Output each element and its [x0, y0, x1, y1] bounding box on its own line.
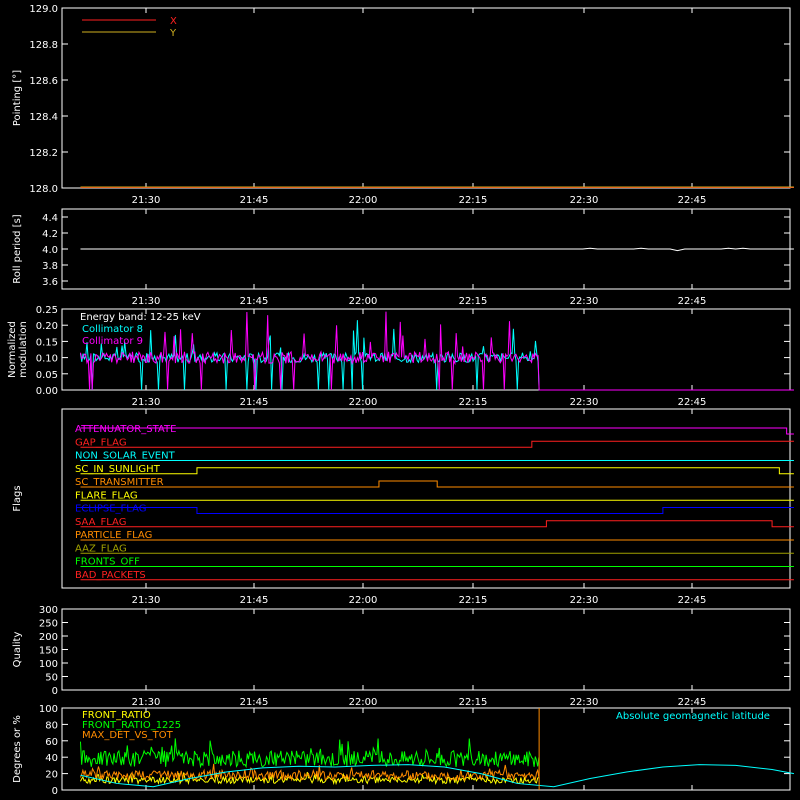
pointing-ylabel: Pointing [°] — [12, 70, 23, 126]
x-tick-label: 22:45 — [678, 595, 707, 606]
legend-label: Collimator 8 — [82, 324, 143, 335]
flag-series-line — [80, 440, 794, 448]
roll-ylabel: Roll period [s] — [12, 214, 23, 283]
x-tick-label: 22:30 — [570, 595, 599, 606]
latitude-series-line — [80, 764, 795, 788]
legend-label: MAX_DET_VS_TOT — [82, 730, 174, 741]
y-tick-label: 0 — [52, 686, 58, 697]
x-tick-label: 22:00 — [349, 595, 378, 606]
x-tick-label: 21:45 — [240, 195, 269, 206]
flag-label: NON_SOLAR_EVENT — [75, 451, 176, 462]
x-tick-label: 22:15 — [459, 595, 488, 606]
flag-series-line — [80, 467, 794, 475]
modulation-ylabel: Normalizedmodulation — [7, 321, 29, 378]
x-tick-label: 22:45 — [678, 397, 707, 408]
y-tick-label: 250 — [39, 619, 58, 630]
y-tick-label: 60 — [45, 737, 58, 748]
legend-label: Y — [169, 28, 177, 39]
ratio-series-line — [79, 738, 540, 769]
x-tick-label: 22:45 — [678, 195, 707, 206]
x-tick-label: 22:15 — [459, 397, 488, 408]
y-tick-label: 0.25 — [36, 305, 58, 316]
y-tick-label: 40 — [45, 753, 58, 764]
y-tick-label: 4.4 — [42, 213, 58, 224]
y-tick-label: 3.6 — [42, 277, 58, 288]
flags-frame — [61, 408, 791, 589]
y-tick-label: 3.8 — [42, 261, 58, 272]
flag-label: ECLIPSE_FLAG — [75, 504, 146, 515]
x-tick-label: 22:00 — [349, 697, 378, 708]
x-tick-label: 21:45 — [240, 697, 269, 708]
y-tick-label: 128.2 — [29, 148, 58, 159]
y-tick-label: 80 — [45, 720, 58, 731]
x-tick-label: 22:00 — [349, 397, 378, 408]
y-tick-label: 0.00 — [36, 386, 58, 397]
x-tick-label: 21:30 — [132, 296, 161, 307]
x-tick-label: 21:30 — [132, 195, 161, 206]
x-tick-label: 21:45 — [240, 296, 269, 307]
x-tick-label: 21:30 — [132, 595, 161, 606]
energy-band-label: Energy band: 12-25 keV — [80, 312, 201, 323]
flag-label: BAD_PACKETS — [75, 570, 146, 581]
y-tick-label: 128.8 — [29, 40, 58, 51]
flag-label: FRONTS_OFF — [75, 557, 140, 568]
roll-series-line — [80, 247, 794, 252]
x-tick-label: 22:15 — [459, 296, 488, 307]
x-tick-label: 22:00 — [349, 195, 378, 206]
flag-series-line — [80, 507, 794, 514]
y-tick-label: 4.0 — [42, 245, 58, 256]
y-tick-label: 129.0 — [29, 4, 58, 15]
quality-ylabel: Quality — [12, 632, 23, 668]
y-tick-label: 0.20 — [36, 321, 58, 332]
flag-label: SC_TRANSMITTER — [75, 477, 164, 488]
x-tick-label: 21:30 — [132, 697, 161, 708]
y-tick-label: 128.6 — [29, 76, 58, 87]
y-tick-label: 128.0 — [29, 184, 58, 195]
latitude-label: Absolute geomagnetic latitude — [616, 711, 770, 722]
flag-label: SAA_FLAG — [75, 517, 126, 528]
y-tick-label: 150 — [39, 646, 58, 657]
x-tick-label: 21:45 — [240, 595, 269, 606]
x-tick-label: 21:30 — [132, 397, 161, 408]
x-tick-label: 22:15 — [459, 697, 488, 708]
flag-label: ATTENUATOR_STATE — [75, 424, 176, 435]
flag-label: AAZ_FLAG — [75, 543, 127, 554]
y-tick-label: 100 — [39, 659, 58, 670]
flag-series-line — [80, 520, 794, 528]
flag-label: SC_IN_SUNLIGHT — [75, 464, 161, 475]
y-tick-label: 100 — [39, 704, 58, 715]
y-tick-label: 0.10 — [36, 354, 58, 365]
flag-label: GAP_FLAG — [75, 437, 127, 448]
y-tick-label: 128.4 — [29, 112, 58, 123]
y-tick-label: 20 — [45, 770, 58, 781]
y-tick-label: 0.15 — [36, 337, 58, 348]
flags-ylabel: Flags — [12, 485, 23, 511]
x-tick-label: 21:45 — [240, 397, 269, 408]
x-tick-label: 22:45 — [678, 697, 707, 708]
legend-label: Collimator 9 — [82, 336, 143, 347]
x-tick-label: 22:45 — [678, 296, 707, 307]
quicklook-figure: 128.0 128.2 128.4 128.6 128.8 129.0 21:30 21:45… — [0, 0, 800, 800]
x-tick-label: 22:30 — [570, 397, 599, 408]
x-tick-label: 22:15 — [459, 195, 488, 206]
y-tick-label: 300 — [39, 605, 58, 616]
flag-series-line — [80, 480, 794, 488]
y-tick-label: 4.2 — [42, 229, 58, 240]
flag-label: FLARE_FLAG — [75, 490, 138, 501]
flag-series-line — [80, 427, 794, 435]
y-tick-label: 0.05 — [36, 370, 58, 381]
x-tick-label: 22:00 — [349, 296, 378, 307]
y-tick-label: 200 — [39, 632, 58, 643]
x-tick-label: 22:30 — [570, 195, 599, 206]
ratios-ylabel: Degrees or % — [12, 715, 23, 783]
y-tick-label: 0 — [52, 786, 58, 797]
chart-canvas: 128.0 128.2 128.4 128.6 128.8 129.0 21:30 21:45… — [7, 4, 795, 797]
quality-frame — [61, 608, 791, 691]
flag-label: PARTICLE_FLAG — [75, 530, 152, 541]
x-tick-label: 22:30 — [570, 697, 599, 708]
y-tick-label: 50 — [45, 673, 58, 684]
legend-label: X — [170, 16, 177, 27]
x-tick-label: 22:30 — [570, 296, 599, 307]
